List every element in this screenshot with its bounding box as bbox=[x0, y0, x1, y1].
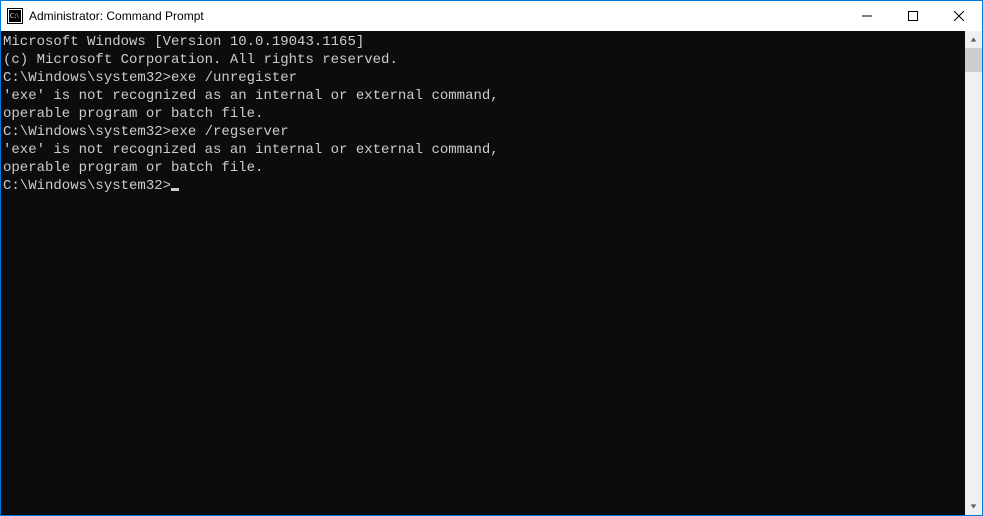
console-output[interactable]: Microsoft Windows [Version 10.0.19043.11… bbox=[1, 31, 965, 515]
scroll-track[interactable] bbox=[965, 48, 982, 498]
console-line: 'exe' is not recognized as an internal o… bbox=[3, 87, 965, 105]
maximize-button[interactable] bbox=[890, 1, 936, 31]
vertical-scrollbar[interactable] bbox=[965, 31, 982, 515]
console-line: Microsoft Windows [Version 10.0.19043.11… bbox=[3, 33, 965, 51]
scroll-up-button[interactable] bbox=[965, 31, 982, 48]
cmd-icon: C:\ bbox=[7, 8, 23, 24]
console-line: C:\Windows\system32>exe /regserver bbox=[3, 123, 965, 141]
window-controls bbox=[844, 1, 982, 31]
console-prompt-line[interactable]: C:\Windows\system32> bbox=[3, 177, 965, 195]
console-prompt: C:\Windows\system32> bbox=[3, 178, 171, 194]
scroll-down-button[interactable] bbox=[965, 498, 982, 515]
svg-text:C:\: C:\ bbox=[10, 12, 19, 20]
command-prompt-window: C:\ Administrator: Command Prompt Micros… bbox=[0, 0, 983, 516]
console-line: (c) Microsoft Corporation. All rights re… bbox=[3, 51, 965, 69]
console-line: operable program or batch file. bbox=[3, 159, 965, 177]
minimize-button[interactable] bbox=[844, 1, 890, 31]
close-button[interactable] bbox=[936, 1, 982, 31]
console-area: Microsoft Windows [Version 10.0.19043.11… bbox=[1, 31, 982, 515]
titlebar[interactable]: C:\ Administrator: Command Prompt bbox=[1, 1, 982, 31]
text-cursor bbox=[171, 188, 179, 191]
scroll-thumb[interactable] bbox=[965, 48, 982, 72]
console-line: C:\Windows\system32>exe /unregister bbox=[3, 69, 965, 87]
console-line: 'exe' is not recognized as an internal o… bbox=[3, 141, 965, 159]
console-line: operable program or batch file. bbox=[3, 105, 965, 123]
window-title: Administrator: Command Prompt bbox=[29, 9, 204, 23]
